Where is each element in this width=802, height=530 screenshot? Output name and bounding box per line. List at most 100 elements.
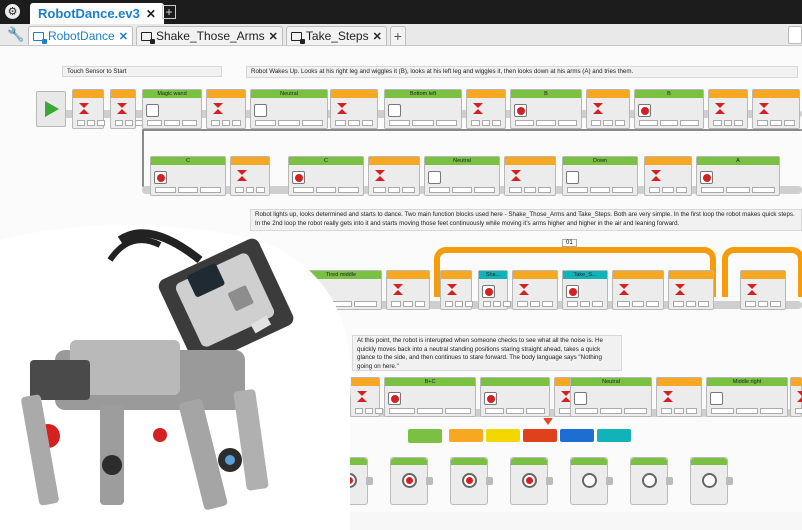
block-parameter[interactable] <box>713 120 722 126</box>
block-parameter[interactable] <box>726 187 750 193</box>
block-parameter[interactable] <box>711 408 734 414</box>
block-parameter[interactable] <box>503 301 511 307</box>
block-parameter[interactable] <box>335 120 347 126</box>
block-parameter[interactable] <box>471 120 480 126</box>
block-parameter[interactable] <box>429 187 450 193</box>
block-parameter[interactable] <box>515 120 535 126</box>
program-block[interactable]: Middle right <box>706 377 788 417</box>
loop-name[interactable]: 01 <box>562 239 577 247</box>
block-parameter[interactable] <box>417 408 443 414</box>
block-parameter[interactable] <box>591 120 601 126</box>
block-parameter[interactable] <box>235 187 244 193</box>
block-parameter[interactable] <box>505 408 525 414</box>
program-block[interactable]: Neutral <box>250 89 328 129</box>
block-parameter[interactable] <box>402 187 415 193</box>
block-parameter[interactable] <box>87 120 95 126</box>
block-parameter[interactable] <box>455 301 463 307</box>
block-parameter[interactable] <box>612 187 633 193</box>
block-parameter[interactable] <box>387 187 401 193</box>
close-tab-icon[interactable]: ✕ <box>373 30 382 43</box>
block-parameter[interactable] <box>221 120 231 126</box>
block-parameter[interactable] <box>661 408 672 414</box>
block-parameter[interactable] <box>529 301 541 307</box>
block-parameter[interactable] <box>256 187 265 193</box>
block-parameter[interactable] <box>662 187 674 193</box>
program-block[interactable]: Take_S... <box>562 270 608 310</box>
block-parameter[interactable] <box>232 120 241 126</box>
program-block[interactable]: Neutral <box>424 156 500 196</box>
block-parameter[interactable] <box>589 187 611 193</box>
block-parameter[interactable] <box>211 120 220 126</box>
close-project-icon[interactable]: ✕ <box>146 7 156 21</box>
block-parameter[interactable] <box>412 120 434 126</box>
program-block[interactable]: C <box>150 156 226 196</box>
block-parameter[interactable] <box>177 187 199 193</box>
program-block[interactable] <box>110 89 143 129</box>
program-block[interactable] <box>350 377 383 417</box>
block-parameter[interactable] <box>155 187 176 193</box>
block-parameter[interactable] <box>745 301 756 307</box>
program-block[interactable] <box>586 89 630 129</box>
block-parameter[interactable] <box>760 408 783 414</box>
palette-move-steering-block[interactable] <box>450 457 493 505</box>
block-parameter[interactable] <box>624 408 647 414</box>
block-parameter[interactable] <box>649 187 661 193</box>
comment-touch-sensor[interactable]: Touch Sensor to Start <box>62 66 222 77</box>
block-parameter[interactable] <box>567 187 588 193</box>
block-parameter[interactable] <box>445 408 471 414</box>
block-parameter[interactable] <box>659 120 679 126</box>
block-parameter[interactable] <box>575 408 598 414</box>
block-parameter[interactable] <box>536 120 556 126</box>
program-block[interactable] <box>612 270 664 310</box>
block-parameter[interactable] <box>415 301 425 307</box>
block-parameter[interactable] <box>698 301 709 307</box>
block-parameter[interactable] <box>485 408 504 414</box>
block-parameter[interactable] <box>567 301 578 307</box>
block-parameter[interactable] <box>354 301 377 307</box>
program-block[interactable]: A <box>696 156 780 196</box>
program-block[interactable] <box>72 89 105 129</box>
program-block[interactable]: B+C <box>384 377 476 417</box>
palette-category-tab[interactable] <box>523 429 557 442</box>
block-parameter[interactable] <box>445 301 453 307</box>
block-parameter[interactable] <box>579 301 591 307</box>
add-program-tab-button[interactable]: + <box>389 26 406 45</box>
programming-canvas[interactable]: Touch Sensor to Start Robot Wakes Up. Lo… <box>0 47 802 512</box>
scroll-corner-button[interactable] <box>788 26 802 44</box>
program-block[interactable] <box>386 270 430 310</box>
block-parameter[interactable] <box>673 301 684 307</box>
program-block[interactable] <box>440 270 473 310</box>
palette-category-tab[interactable] <box>560 429 594 442</box>
program-block[interactable] <box>752 89 800 129</box>
block-parameter[interactable] <box>603 120 613 126</box>
block-parameter[interactable] <box>389 120 411 126</box>
block-parameter[interactable] <box>592 301 603 307</box>
block-parameter[interactable] <box>492 120 501 126</box>
block-parameter[interactable] <box>757 301 769 307</box>
project-tab[interactable]: RobotDance.ev3 ✕ <box>30 3 164 24</box>
block-parameter[interactable] <box>389 408 415 414</box>
block-parameter[interactable] <box>365 408 373 414</box>
block-parameter[interactable] <box>795 408 802 414</box>
block-parameter[interactable] <box>673 408 685 414</box>
block-parameter[interactable] <box>680 120 699 126</box>
block-parameter[interactable] <box>329 301 353 307</box>
program-block[interactable] <box>512 270 558 310</box>
block-parameter[interactable] <box>646 301 659 307</box>
block-parameter[interactable] <box>115 120 123 126</box>
program-block[interactable]: Magic wand <box>142 89 202 129</box>
new-project-icon[interactable]: + <box>162 5 176 19</box>
program-block[interactable] <box>504 156 556 196</box>
block-parameter[interactable] <box>770 120 782 126</box>
block-parameter[interactable] <box>757 120 769 126</box>
block-parameter[interactable] <box>639 120 658 126</box>
program-block[interactable] <box>230 156 270 196</box>
program-block[interactable] <box>708 89 748 129</box>
comment-robot-dance[interactable]: Robot lights up, looks determined and st… <box>250 209 802 231</box>
block-parameter[interactable] <box>517 301 528 307</box>
palette-sound-block[interactable] <box>630 457 673 505</box>
block-parameter[interactable] <box>701 187 725 193</box>
block-parameter[interactable] <box>375 408 383 414</box>
program-block[interactable] <box>206 89 246 129</box>
palette-move-tank-block[interactable] <box>510 457 553 505</box>
